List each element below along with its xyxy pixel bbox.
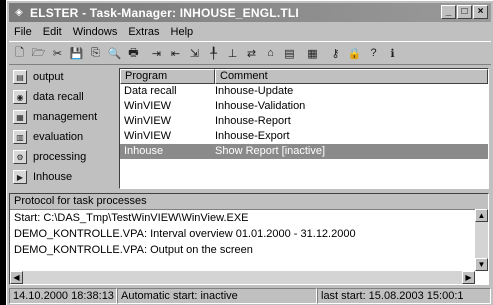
list-row-selected[interactable]: Inhouse Show Report [inactive]	[120, 144, 488, 159]
close-button[interactable]: ×	[473, 5, 488, 19]
nav-item-output[interactable]: ▤ output	[9, 67, 117, 87]
scroll-up-icon[interactable]: ▲	[475, 209, 488, 222]
nav-item-data-recall[interactable]: ◉ data recall	[9, 87, 117, 107]
protocol-horizontal-scrollbar[interactable]: ◀ ▶	[10, 271, 475, 284]
toolbar: 🗋 🗁 ✂ 💾 ⎘ 🔍 🖶 ⇥ ⇤ ⇲ ╀ ⊥ ⇄ ⌂ ▤ ▦ ⚷ 🔒 ? ℹ	[9, 41, 491, 65]
cell-comment: Inhouse-Report	[215, 115, 291, 127]
protocol-header: Protocol for task processes	[10, 194, 488, 210]
scroll-down-icon[interactable]: ▼	[475, 258, 488, 271]
help-cursor-icon[interactable]: ?	[365, 45, 382, 62]
insert-icon[interactable]: ⇥	[148, 45, 165, 62]
copy-icon[interactable]: ⎘	[87, 45, 104, 62]
cell-program: WinVIEW	[124, 130, 172, 142]
lock-icon[interactable]: 🔒	[346, 45, 363, 62]
cell-comment: Inhouse-Update	[215, 85, 294, 97]
app-icon: ◈	[15, 7, 23, 18]
cell-program: Inhouse	[124, 145, 164, 157]
cut-icon[interactable]: ✂	[49, 45, 66, 62]
chart-icon[interactable]: ▦	[304, 45, 321, 62]
align-icon[interactable]: ⊥	[224, 45, 241, 62]
title-bar[interactable]: ◈ ELSTER - Task-Manager: INHOUSE_ENGL.TL…	[9, 3, 491, 22]
evaluation-icon: ▥	[13, 130, 27, 144]
scroll-right-icon[interactable]: ▶	[462, 271, 475, 284]
status-auto-start: Automatic start: inactive	[117, 288, 317, 304]
nav-item-inhouse[interactable]: ▶ Inhouse	[9, 167, 117, 187]
import-icon[interactable]: ⇲	[186, 45, 203, 62]
menu-windows[interactable]: Windows	[68, 26, 124, 38]
nav-label: processing	[33, 151, 87, 163]
open-icon[interactable]: 🗁	[30, 45, 47, 62]
minimize-button[interactable]: _	[441, 5, 456, 19]
protocol-line: Start: C:\DAS_Tmp\TestWinVIEW\WinView.EX…	[14, 212, 249, 224]
nav-label: output	[33, 71, 64, 83]
nav-label: management	[33, 111, 98, 123]
output-icon: ▤	[13, 70, 27, 84]
nav-label: data recall	[33, 91, 84, 103]
program-list: Program Comment Data recall Inhouse-Upda…	[119, 68, 489, 189]
protocol-vertical-scrollbar[interactable]: ▲ ▼	[475, 209, 488, 271]
column-header-program[interactable]: Program	[120, 69, 215, 84]
new-icon[interactable]: 🗋	[11, 45, 28, 62]
maximize-button[interactable]: □	[457, 5, 472, 19]
management-icon: ▦	[13, 110, 27, 124]
column-header-comment[interactable]: Comment	[215, 69, 488, 84]
menu-extras[interactable]: Extras	[123, 26, 165, 38]
home-icon[interactable]: ⌂	[262, 45, 279, 62]
nav-item-management[interactable]: ▦ management	[9, 107, 117, 127]
list-row[interactable]: Data recall Inhouse-Update	[120, 84, 488, 99]
print-icon[interactable]: 🖶	[125, 45, 142, 62]
menu-file[interactable]: File	[9, 26, 38, 38]
save-icon[interactable]: 💾	[68, 45, 85, 62]
export-icon[interactable]: ⇤	[167, 45, 184, 62]
key-icon[interactable]: ⚷	[327, 45, 344, 62]
status-bar: 14.10.2000 18:38:13 Automatic start: ina…	[9, 288, 491, 304]
scroll-left-icon[interactable]: ◀	[10, 271, 23, 284]
info-icon[interactable]: ℹ	[384, 45, 401, 62]
cell-comment: Inhouse-Export	[215, 130, 290, 142]
window-title: ELSTER - Task-Manager: INHOUSE_ENGL.TLI	[30, 5, 299, 20]
list-header: Program Comment	[120, 69, 488, 84]
menu-help[interactable]: Help	[166, 26, 200, 38]
menu-bar: File Edit Windows Extras Help	[9, 23, 491, 40]
protocol-line: DEMO_KONTROLLE.VPA: Interval overview 01…	[14, 228, 356, 240]
cell-program: WinVIEW	[124, 115, 172, 127]
protocol-panel: Protocol for task processes Start: C:\DA…	[9, 193, 489, 285]
data-recall-icon: ◉	[13, 90, 27, 104]
protocol-line: DEMO_KONTROLLE.VPA: Output on the screen	[14, 244, 253, 256]
list-row[interactable]: WinVIEW Inhouse-Export	[120, 129, 488, 144]
status-last-start: last start: 15.08.2003 15:00:1	[317, 288, 491, 304]
left-nav: ▤ output ◉ data recall ▦ management ▥ ev…	[9, 67, 117, 192]
processing-icon: ⚙	[13, 150, 27, 164]
menu-edit[interactable]: Edit	[38, 26, 68, 38]
transfer-icon[interactable]: ⇄	[243, 45, 260, 62]
list-row[interactable]: WinVIEW Inhouse-Validation	[120, 99, 488, 114]
nav-item-processing[interactable]: ⚙ processing	[9, 147, 117, 167]
status-time: 14.10.2000 18:38:13	[9, 288, 117, 304]
database-icon[interactable]: ▤	[281, 45, 298, 62]
nav-label: Inhouse	[33, 171, 73, 183]
cell-program: WinVIEW	[124, 100, 172, 112]
cell-program: Data recall	[124, 85, 177, 97]
main-window: ◈ ELSTER - Task-Manager: INHOUSE_ENGL.TL…	[6, 0, 493, 305]
cell-comment: Show Report [inactive]	[215, 145, 326, 157]
cell-comment: Inhouse-Validation	[215, 100, 306, 112]
preview-icon[interactable]: 🔍	[106, 45, 123, 62]
nav-label: evaluation	[33, 131, 84, 143]
step-icon[interactable]: ╀	[205, 45, 222, 62]
list-row[interactable]: WinVIEW Inhouse-Report	[120, 114, 488, 129]
inhouse-icon: ▶	[13, 170, 27, 184]
window-controls: _ □ ×	[441, 5, 488, 19]
nav-item-evaluation[interactable]: ▥ evaluation	[9, 127, 117, 147]
